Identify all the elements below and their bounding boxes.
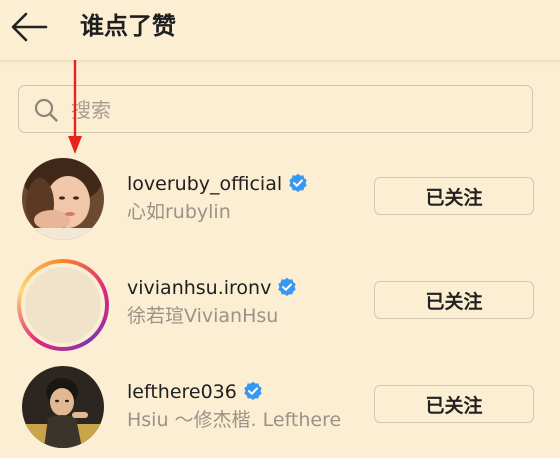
search-box[interactable] <box>18 85 533 133</box>
verified-badge-icon <box>244 381 262 400</box>
search-input[interactable] <box>69 92 523 128</box>
full-name: 心如rubylin <box>127 201 231 223</box>
avatar <box>25 267 101 343</box>
arrow-left-icon <box>11 12 48 42</box>
page-title: 谁点了赞 <box>80 12 176 40</box>
list-item[interactable]: lefthere036 Hsiu ～修杰楷. Lefthere 已关注 <box>0 366 560 458</box>
avatar[interactable] <box>22 366 104 448</box>
full-name: Hsiu ～修杰楷. Lefthere <box>127 409 342 431</box>
story-ring-gap <box>21 263 105 347</box>
username[interactable]: lefthere036 <box>127 380 263 404</box>
username[interactable]: loveruby_official <box>127 172 308 196</box>
following-button[interactable]: 已关注 <box>374 385 534 423</box>
profile-photo <box>22 366 104 448</box>
following-button[interactable]: 已关注 <box>374 281 534 319</box>
likes-page: 谁点了赞 loveruby_o <box>0 0 560 458</box>
list-item[interactable]: vivianhsu.ironv 徐若瑄VivianHsu 已关注 <box>0 259 560 362</box>
top-bar: 谁点了赞 <box>0 0 560 61</box>
story-ring-avatar[interactable] <box>17 259 109 351</box>
profile-photo <box>22 158 104 240</box>
verified-badge-icon <box>278 277 297 296</box>
following-button[interactable]: 已关注 <box>374 177 534 215</box>
username[interactable]: vivianhsu.ironv <box>127 276 297 300</box>
back-button[interactable] <box>8 8 50 46</box>
full-name: 徐若瑄VivianHsu <box>127 305 279 327</box>
avatar[interactable] <box>22 158 104 240</box>
list-item[interactable]: loveruby_official 心如rubylin 已关注 <box>0 158 560 258</box>
verified-badge-icon <box>289 173 307 192</box>
search-icon <box>34 98 58 122</box>
